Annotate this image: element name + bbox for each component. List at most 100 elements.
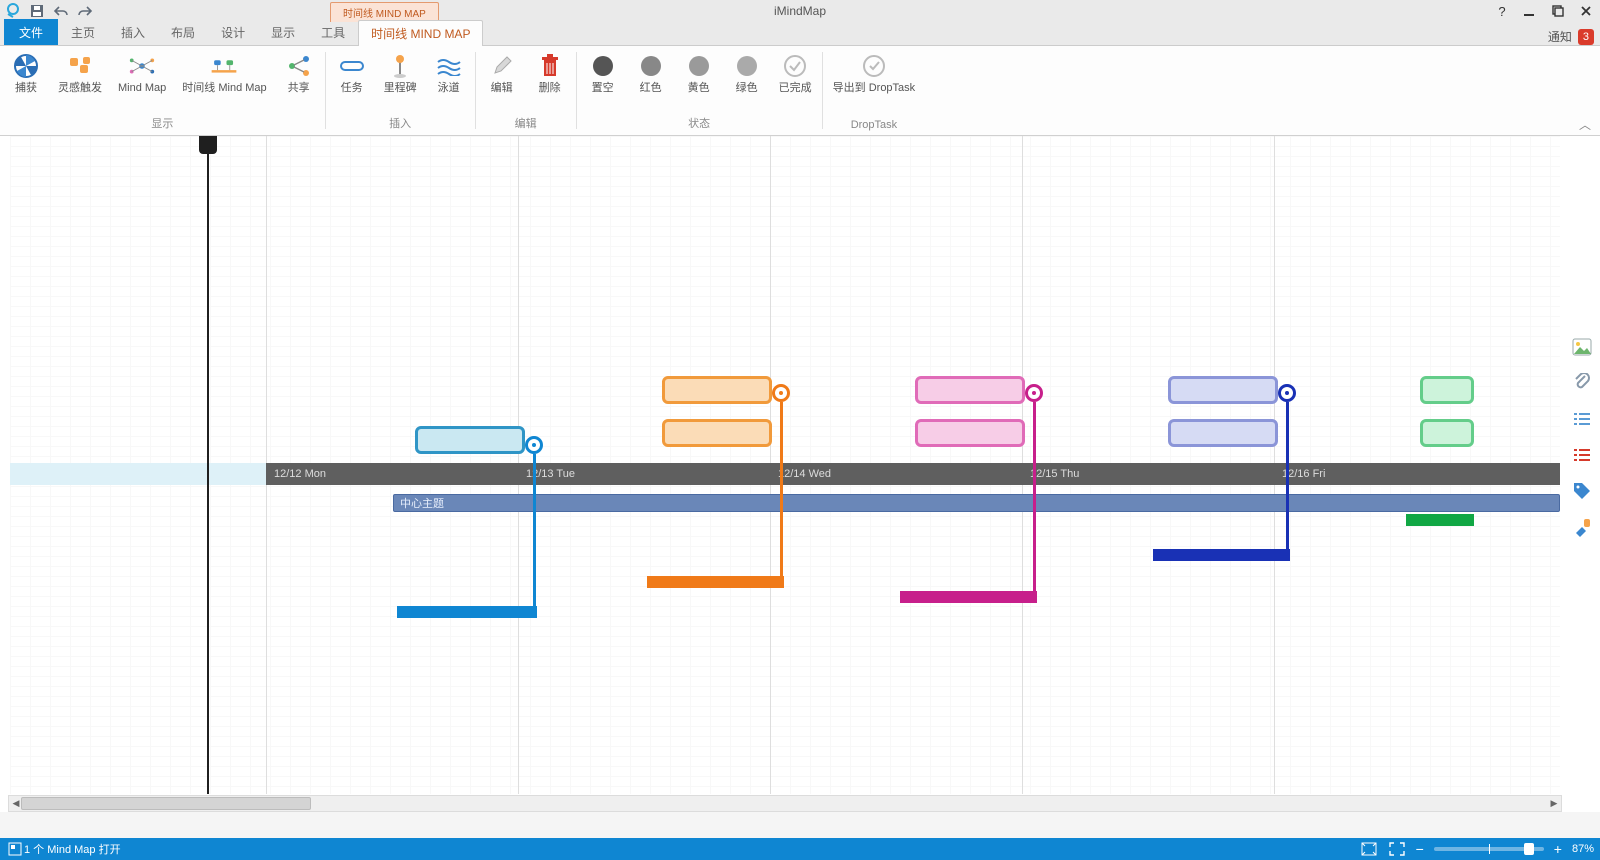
outline-tool-icon[interactable]: [1571, 408, 1593, 430]
group-label-insert: 插入: [389, 115, 411, 131]
pencil-icon: [488, 52, 516, 80]
status-done-button[interactable]: 已完成: [773, 48, 818, 96]
format-tool-icon[interactable]: [1571, 516, 1593, 538]
timeline-task-bar[interactable]: [647, 576, 784, 588]
capture-button[interactable]: 捕获: [4, 48, 48, 96]
date-cell: 12/12 Mon: [270, 463, 326, 485]
trash-icon: [536, 52, 564, 80]
collapse-ribbon-icon[interactable]: ︿: [1578, 117, 1592, 131]
mindmap-button[interactable]: Mind Map: [112, 48, 172, 96]
milestone-icon: [386, 52, 414, 80]
timeline-card[interactable]: [415, 426, 525, 454]
horizontal-scrollbar[interactable]: ◀ ▶: [8, 795, 1562, 812]
edit-button[interactable]: 编辑: [480, 48, 524, 96]
share-icon: [285, 52, 313, 80]
group-label-edit: 编辑: [515, 115, 537, 131]
status-red-button[interactable]: 红色: [629, 48, 673, 96]
statusbar-doc-icon[interactable]: [6, 840, 24, 858]
timeline-card[interactable]: [1420, 376, 1474, 404]
timeline-pin[interactable]: [1278, 384, 1296, 402]
scroll-right-icon[interactable]: ▶: [1547, 796, 1561, 811]
timeline-pin[interactable]: [525, 436, 543, 454]
tab-display[interactable]: 显示: [258, 19, 308, 45]
tab-tools[interactable]: 工具: [308, 19, 358, 45]
timeline-canvas[interactable]: 12/12 Mon 12/13 Tue 12/14 Wed 12/15 Thu …: [10, 136, 1560, 794]
status-bar: 1 个 Mind Map 打开 − + 87%: [0, 838, 1600, 860]
timeline-task-bar[interactable]: [900, 591, 1037, 603]
swimlane-icon: [435, 52, 463, 80]
zoom-in-icon[interactable]: +: [1554, 841, 1562, 857]
notify-badge[interactable]: 3: [1578, 29, 1594, 45]
tab-design[interactable]: 设计: [208, 19, 258, 45]
spark-icon: [66, 52, 94, 80]
timeline-task-bar[interactable]: [397, 606, 537, 618]
timeline-card[interactable]: [662, 419, 772, 447]
status-blank-button[interactable]: 置空: [581, 48, 625, 96]
minimize-icon[interactable]: [1520, 2, 1540, 20]
status-green-button[interactable]: 绿色: [725, 48, 769, 96]
timeline-pin[interactable]: [1025, 384, 1043, 402]
timeline-task-bar[interactable]: [1406, 514, 1474, 526]
share-button[interactable]: 共享: [277, 48, 321, 96]
close-icon[interactable]: [1576, 2, 1596, 20]
swimlane-button[interactable]: 泳道: [427, 48, 471, 96]
tab-layout[interactable]: 布局: [158, 19, 208, 45]
timeline-card[interactable]: [915, 376, 1025, 404]
help-icon[interactable]: ?: [1492, 2, 1512, 20]
timeline-task-bar[interactable]: [1153, 549, 1290, 561]
timeline-card[interactable]: [1168, 376, 1278, 404]
list-red-tool-icon[interactable]: [1571, 444, 1593, 466]
notify-label[interactable]: 通知: [1548, 28, 1572, 45]
milestone-button[interactable]: 里程碑: [378, 48, 423, 96]
app-title: iMindMap: [774, 4, 826, 18]
timeline-card[interactable]: [915, 419, 1025, 447]
aperture-icon: [12, 52, 40, 80]
fullscreen-icon[interactable]: [1388, 840, 1406, 858]
app-logo-icon[interactable]: [4, 2, 22, 20]
timeline-connector: [1286, 402, 1289, 554]
tab-insert[interactable]: 插入: [108, 19, 158, 45]
timeline-connector: [533, 454, 536, 611]
timeline-connector: [780, 402, 783, 581]
attachment-tool-icon[interactable]: [1571, 372, 1593, 394]
date-cell: 12/13 Tue: [522, 463, 575, 485]
group-label-droptask: DropTask: [851, 119, 897, 131]
tab-timeline-mindmap[interactable]: 时间线 MIND MAP: [358, 20, 483, 46]
now-marker-line[interactable]: [207, 154, 209, 794]
timeline-card[interactable]: [1420, 419, 1474, 447]
timeline-mindmap-button[interactable]: 时间线 Mind Map: [176, 48, 272, 96]
date-axis: [266, 463, 1560, 485]
status-yellow-button[interactable]: 黄色: [677, 48, 721, 96]
redo-icon[interactable]: [76, 2, 94, 20]
maximize-icon[interactable]: [1548, 2, 1568, 20]
zoom-slider[interactable]: [1434, 847, 1544, 851]
circle-gray-icon: [733, 52, 761, 80]
timeline-card[interactable]: [662, 376, 772, 404]
zoom-value[interactable]: 87%: [1572, 843, 1594, 855]
spark-button[interactable]: 灵感触发: [52, 48, 108, 96]
tab-home[interactable]: 主页: [58, 19, 108, 45]
export-droptask-button[interactable]: 导出到 DropTask: [827, 48, 922, 96]
timeline-card[interactable]: [1168, 419, 1278, 447]
mindmap-icon: [128, 52, 156, 80]
group-label-display: 显示: [151, 115, 173, 131]
fit-screen-icon[interactable]: [1360, 840, 1378, 858]
timeline-connector: [1033, 402, 1036, 596]
export-icon: [860, 52, 888, 80]
menu-tabs: 文件 主页 插入 布局 设计 显示 工具 时间线 MIND MAP 通知 3: [0, 22, 1600, 46]
circle-gray-icon: [685, 52, 713, 80]
task-button[interactable]: 任务: [330, 48, 374, 96]
undo-icon[interactable]: [52, 2, 70, 20]
status-text: 1 个 Mind Map 打开: [24, 841, 121, 857]
tab-file[interactable]: 文件: [4, 19, 58, 45]
task-icon: [338, 52, 366, 80]
center-theme-bar[interactable]: 中心主题: [393, 494, 1560, 512]
scroll-thumb[interactable]: [21, 797, 311, 810]
timeline-pin[interactable]: [772, 384, 790, 402]
now-marker-head[interactable]: [199, 136, 217, 154]
delete-button[interactable]: 删除: [528, 48, 572, 96]
tag-tool-icon[interactable]: [1571, 480, 1593, 502]
image-tool-icon[interactable]: [1571, 336, 1593, 358]
save-icon[interactable]: [28, 2, 46, 20]
zoom-out-icon[interactable]: −: [1416, 841, 1424, 857]
